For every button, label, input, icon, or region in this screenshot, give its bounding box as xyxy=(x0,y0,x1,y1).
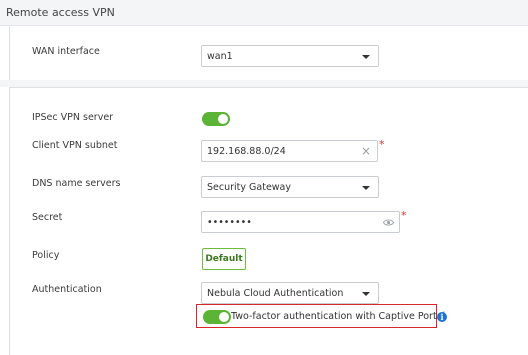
chevron-down-icon xyxy=(362,55,370,59)
info-icon[interactable]: i xyxy=(437,312,447,322)
toggle-knob xyxy=(219,312,229,322)
chevron-down-icon xyxy=(362,292,370,296)
authentication-value: Nebula Cloud Authentication xyxy=(207,288,344,299)
required-marker: * xyxy=(379,138,385,151)
authentication-label: Authentication xyxy=(32,284,102,295)
ipsec-vpn-server-toggle[interactable] xyxy=(202,112,230,126)
ipsec-vpn-server-label: IPSec VPN server xyxy=(32,112,114,123)
policy-default-button[interactable]: Default xyxy=(202,248,246,270)
chevron-down-icon xyxy=(362,186,370,190)
clear-icon[interactable]: × xyxy=(361,144,371,158)
two-factor-highlight-box: Two-factor authentication with Captive P… xyxy=(196,304,445,328)
policy-label: Policy xyxy=(32,250,60,261)
two-factor-label: Two-factor authentication with Captive P… xyxy=(231,311,446,322)
client-vpn-subnet-input[interactable]: 192.168.88.0/24 × xyxy=(201,140,378,162)
client-vpn-subnet-label: Client VPN subnet xyxy=(32,140,118,151)
dns-name-servers-label: DNS name servers xyxy=(32,178,121,189)
wan-interface-value: wan1 xyxy=(207,51,233,62)
secret-label: Secret xyxy=(32,212,63,223)
wan-interface-label: WAN interface xyxy=(32,46,100,57)
section-title: Remote access VPN xyxy=(0,0,528,26)
dns-name-servers-select[interactable]: Security Gateway xyxy=(201,176,379,198)
secret-input[interactable]: •••••••• xyxy=(201,211,400,233)
eye-icon[interactable] xyxy=(383,218,394,227)
panel-gap xyxy=(0,80,528,87)
two-factor-toggle[interactable] xyxy=(203,310,231,324)
wan-interface-select[interactable]: wan1 xyxy=(201,45,379,67)
secret-value: •••••••• xyxy=(207,217,252,228)
toggle-knob xyxy=(218,114,228,124)
required-marker: * xyxy=(401,209,407,222)
authentication-select[interactable]: Nebula Cloud Authentication xyxy=(201,282,379,304)
client-vpn-subnet-value: 192.168.88.0/24 xyxy=(207,146,286,157)
dns-name-servers-value: Security Gateway xyxy=(207,182,291,193)
